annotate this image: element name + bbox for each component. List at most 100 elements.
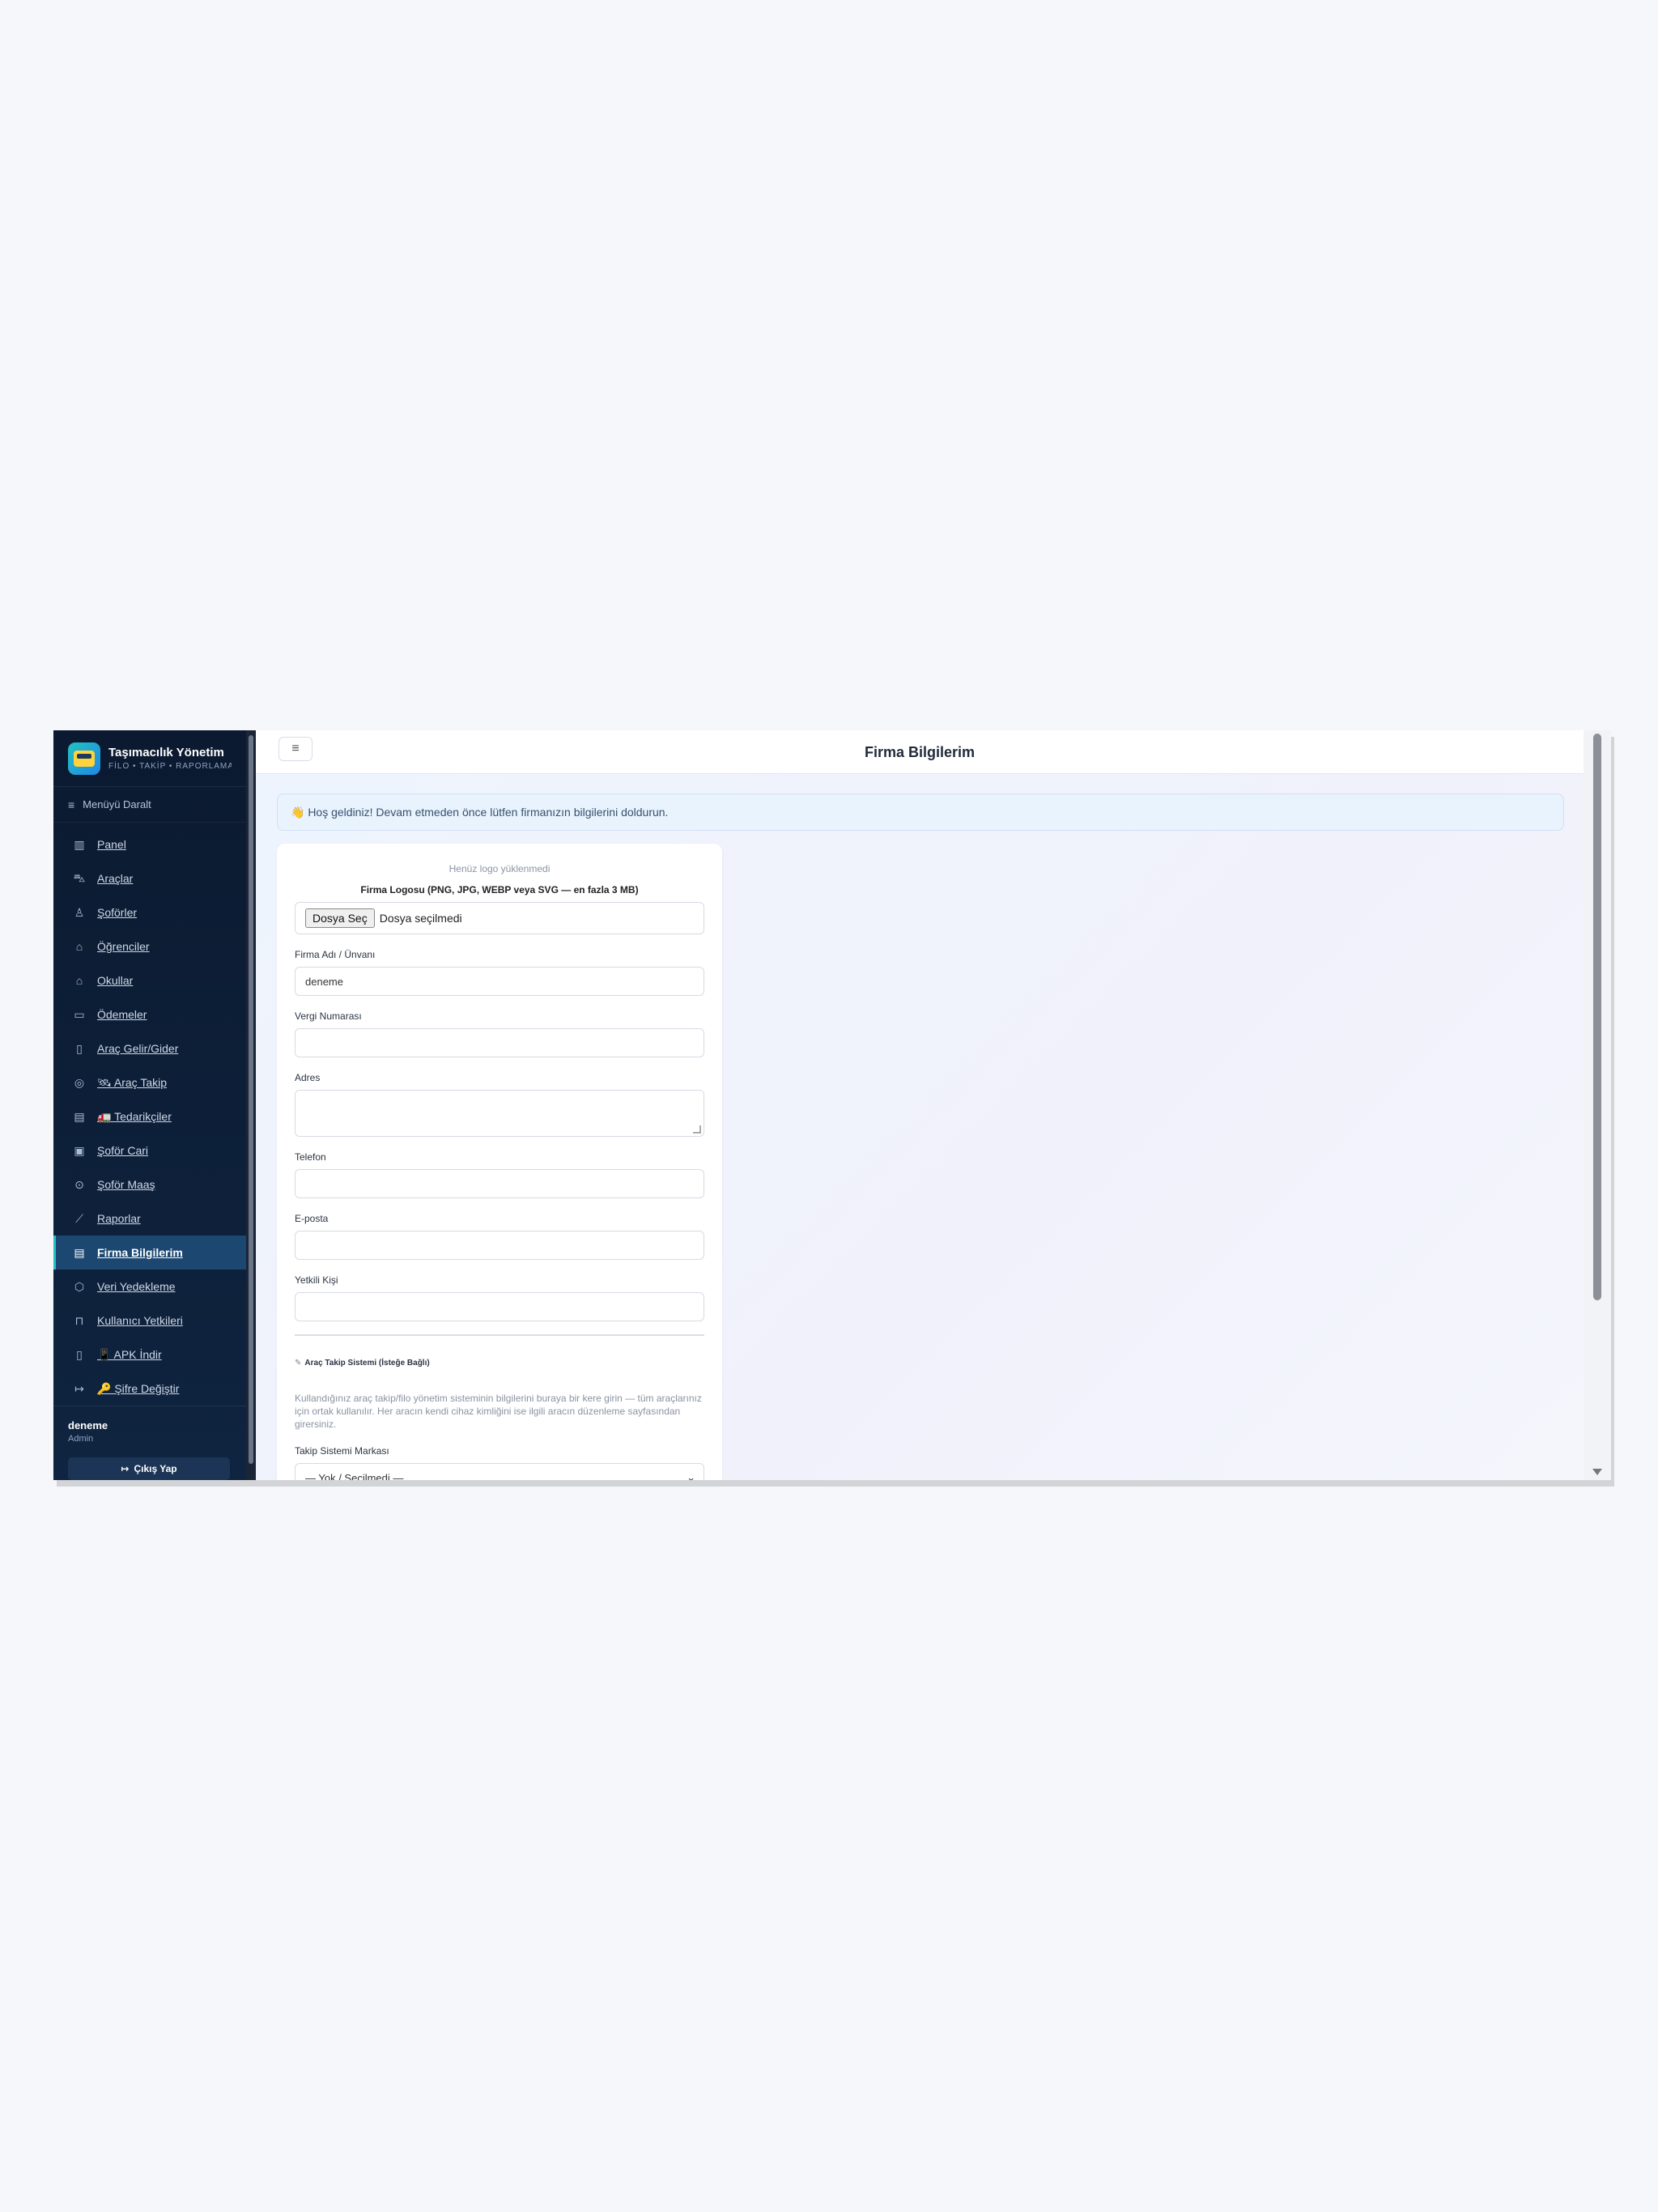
- main-scroll-thumb[interactable]: [1593, 734, 1601, 1300]
- company-form-card: Henüz logo yüklenmedi Firma Logosu (PNG,…: [277, 844, 722, 1480]
- collapse-menu-label: Menüyü Daralt: [83, 798, 151, 810]
- menu-toggle-button[interactable]: ≡: [278, 737, 312, 761]
- sidebar: Taşımacılık Yönetim FİLO • TAKİP • RAPOR…: [53, 730, 246, 1480]
- company-name-label: Firma Adı / Ünvanı: [295, 949, 376, 960]
- sidebar-item-label: 🔑 Şifre Değiştir: [97, 1381, 180, 1395]
- credit-card-icon: ▭: [74, 1007, 85, 1021]
- phone-field[interactable]: [295, 1169, 704, 1198]
- sidebar-item-label: Ödemeler: [97, 1008, 147, 1021]
- sidebar-item-label: Firma Bilgilerim: [97, 1246, 183, 1259]
- sidebar-item-data-backup[interactable]: ⬡ Veri Yedekleme: [53, 1270, 246, 1304]
- box-icon: ⬡: [74, 1279, 85, 1293]
- ledger-icon: ▣: [74, 1143, 85, 1157]
- sidebar-item-vehicles[interactable]: ⛍ Araçlar: [53, 861, 246, 895]
- logout-icon: ↦: [74, 1381, 84, 1395]
- building-icon: ▤: [74, 1109, 85, 1123]
- bus-logo-icon: [68, 742, 100, 775]
- tax-number-label: Vergi Numarası: [295, 1010, 362, 1022]
- logout-icon: ↦: [121, 1463, 130, 1474]
- sidebar-item-driver-accounts[interactable]: ▣ Şoför Cari: [53, 1134, 246, 1168]
- section-divider: [295, 1334, 704, 1336]
- tax-number-field[interactable]: [295, 1028, 704, 1057]
- hamburger-icon: ≡: [68, 798, 75, 811]
- main-content: Firma Bilgilerim ≡ 👋 Hoş geldiniz! Devam…: [256, 730, 1584, 1480]
- app-window: Taşımacılık Yönetim FİLO • TAKİP • RAPOR…: [53, 730, 1611, 1480]
- file-status: Dosya seçilmedi: [379, 912, 462, 925]
- sidebar-item-label: Araç Gelir/Gider: [97, 1042, 179, 1055]
- brand-title: Taşımacılık Yönetim: [108, 746, 224, 759]
- sidebar-item-drivers[interactable]: ♙ Şoförler: [53, 895, 246, 929]
- sidebar-item-label: Panel: [97, 838, 126, 851]
- user-icon: ♙: [74, 905, 85, 919]
- contact-person-label: Yetkili Kişi: [295, 1274, 338, 1286]
- tracking-section-description: Kullandığınız araç takip/filo yönetim si…: [295, 1393, 702, 1430]
- welcome-alert-text: 👋 Hoş geldiniz! Devam etmeden önce lütfe…: [291, 805, 669, 819]
- brand: Taşımacılık Yönetim FİLO • TAKİP • RAPOR…: [53, 730, 246, 787]
- sidebar-scrollbar[interactable]: [246, 730, 256, 1480]
- email-field[interactable]: [295, 1231, 704, 1260]
- tracking-section-title: ✎ Araç Takip Sistemi (İsteğe Bağlı): [295, 1359, 704, 1368]
- sidebar-nav: ▥ Panel ⛍ Araçlar ♙ Şoförler ⌂ Öğrencile…: [53, 823, 246, 1406]
- map-pin-icon: ◎: [74, 1075, 85, 1089]
- address-field[interactable]: [295, 1090, 704, 1137]
- page-title: Firma Bilgilerim: [864, 744, 976, 760]
- logo-upload-label: Firma Logosu (PNG, JPG, WEBP veya SVG — …: [360, 884, 639, 895]
- sidebar-item-label: Öğrenciler: [97, 940, 150, 953]
- sidebar-item-driver-salary[interactable]: ⊙ Şoför Maaş: [53, 1168, 246, 1202]
- phone-icon: ▯: [76, 1347, 83, 1361]
- choose-file-button[interactable]: Dosya Seç: [305, 908, 375, 928]
- pencil-icon: ✎: [295, 1359, 302, 1368]
- sidebar-item-panel[interactable]: ▥ Panel: [53, 827, 246, 861]
- user-role: Admin: [68, 1434, 94, 1444]
- tracking-section-title-text: Araç Takip Sistemi (İsteğe Bağlı): [304, 1359, 430, 1368]
- school-icon: ⌂: [75, 974, 83, 987]
- lock-icon: ⊓: [74, 1313, 84, 1327]
- logout-button[interactable]: ↦ Çıkış Yap: [68, 1457, 230, 1480]
- sidebar-item-change-password[interactable]: ↦ 🔑 Şifre Değiştir: [53, 1372, 246, 1406]
- sidebar-item-user-permissions[interactable]: ⊓ Kullanıcı Yetkileri: [53, 1304, 246, 1338]
- sidebar-item-label: 🚛 Tedarikçiler: [97, 1109, 172, 1123]
- address-label: Adres: [295, 1072, 321, 1083]
- sidebar-item-students[interactable]: ⌂ Öğrenciler: [53, 929, 246, 963]
- receipt-icon: ▯: [76, 1041, 83, 1055]
- sidebar-item-schools[interactable]: ⌂ Okullar: [53, 963, 246, 998]
- company-name-field[interactable]: deneme: [295, 967, 704, 996]
- tracking-brand-select[interactable]: — Yok / Seçilmedi — ⌄: [295, 1463, 704, 1480]
- tracking-brand-value: — Yok / Seçilmedi —: [305, 1471, 404, 1481]
- user-panel: deneme Admin ↦ Çıkış Yap: [53, 1406, 246, 1480]
- sidebar-item-label: Raporlar: [97, 1212, 141, 1225]
- contact-person-field[interactable]: [295, 1292, 704, 1321]
- tracking-brand-label: Takip Sistemi Markası: [295, 1445, 389, 1457]
- scroll-down-arrow-icon[interactable]: [1592, 1469, 1602, 1475]
- sidebar-item-label: Şoförler: [97, 906, 138, 919]
- sidebar-item-payments[interactable]: ▭ Ödemeler: [53, 998, 246, 1032]
- phone-label: Telefon: [295, 1151, 326, 1163]
- sidebar-item-vehicle-income-expense[interactable]: ▯ Araç Gelir/Gider: [53, 1032, 246, 1066]
- company-name-value: deneme: [305, 975, 343, 988]
- topbar: Firma Bilgilerim ≡: [256, 730, 1584, 774]
- car-icon: ⛍: [73, 870, 86, 884]
- line-chart-icon: ⟋: [75, 1211, 83, 1225]
- sidebar-item-suppliers[interactable]: ▤ 🚛 Tedarikçiler: [53, 1100, 246, 1134]
- brand-subtitle: FİLO • TAKİP • RAPORLAMA: [108, 762, 232, 771]
- main-scrollbar[interactable]: [1584, 730, 1611, 1480]
- sidebar-scroll-thumb[interactable]: [249, 735, 253, 1464]
- sidebar-item-label: Veri Yedekleme: [97, 1280, 176, 1293]
- logo-file-input[interactable]: Dosya Seç Dosya seçilmedi: [295, 902, 704, 934]
- sidebar-item-vehicle-tracking[interactable]: ◎ 🛰 Araç Takip: [53, 1066, 246, 1100]
- email-label: E-posta: [295, 1213, 329, 1224]
- hamburger-icon: ≡: [291, 742, 300, 755]
- chevron-down-icon: ⌄: [687, 1471, 695, 1480]
- sidebar-item-label: Araçlar: [97, 872, 134, 885]
- collapse-menu-button[interactable]: ≡ Menüyü Daralt: [53, 787, 246, 823]
- sidebar-item-apk-download[interactable]: ▯ 📱 APK İndir: [53, 1338, 246, 1372]
- sidebar-item-reports[interactable]: ⟋ Raporlar: [53, 1202, 246, 1236]
- sidebar-item-company-info[interactable]: ▤ Firma Bilgilerim: [53, 1236, 246, 1270]
- bar-chart-icon: ▥: [74, 837, 85, 851]
- logo-empty-text: Henüz logo yüklenmedi: [449, 863, 551, 874]
- sidebar-item-label: 📱 APK İndir: [97, 1347, 162, 1361]
- logout-label: Çıkış Yap: [134, 1463, 177, 1474]
- sidebar-item-label: 🛰 Araç Takip: [97, 1075, 167, 1089]
- sidebar-item-label: Şoför Maaş: [97, 1178, 155, 1191]
- sidebar-item-label: Kullanıcı Yetkileri: [97, 1314, 183, 1327]
